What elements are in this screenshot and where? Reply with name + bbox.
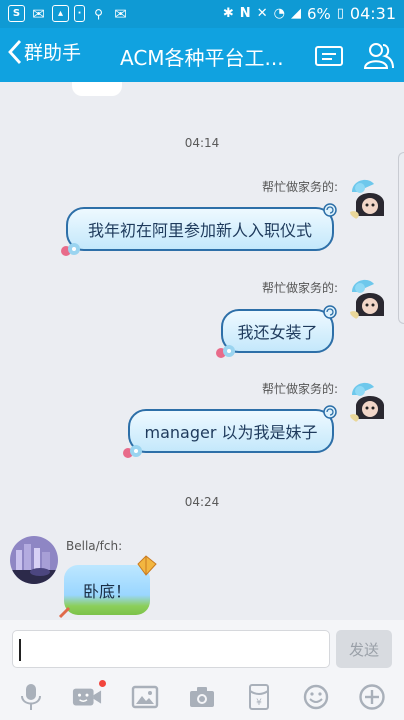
microphone-icon — [21, 684, 41, 710]
sender-name: 帮忙做家务的: — [261, 281, 338, 295]
signal-icon: ◢ — [290, 6, 301, 21]
message-bubble[interactable]: 我年初在阿里参加新人入职仪式 — [61, 203, 337, 256]
id-card-icon — [315, 46, 343, 66]
input-area: 发送 ¥ — [0, 620, 404, 720]
timestamp: 04:14 — [184, 136, 220, 150]
voice-button[interactable] — [16, 682, 46, 712]
message-input[interactable] — [12, 630, 330, 668]
avatar[interactable] — [344, 377, 392, 425]
system-icons: ✱ N ✕ ◔ ◢ 6% ▯ 04:31 — [223, 4, 396, 23]
mute-icon: ✕ — [256, 6, 268, 21]
sender-name: 帮忙做家务的: — [261, 180, 338, 194]
message-text: 卧底！ — [82, 582, 131, 601]
input-toolbar: ¥ — [0, 678, 404, 718]
pencil-icon — [58, 606, 71, 619]
message-bubble[interactable]: 我还女装了 — [216, 305, 337, 358]
notification-icons: S ✉ ▴ · ⚲ ✉ — [8, 4, 129, 23]
emoji-icon — [303, 684, 329, 710]
plus-icon — [359, 684, 385, 710]
message-bubble[interactable]: manager 以为我是妹子 — [123, 405, 337, 458]
kite-icon — [137, 555, 157, 576]
group-card-button[interactable] — [312, 39, 346, 73]
message-bubble[interactable]: 卧底！ — [58, 555, 157, 619]
chat-area[interactable]: 04:14 帮忙做家务的: 我年初在阿里参加新人入职仪式 帮忙做家务的: 我还女… — [0, 82, 404, 620]
page-title: ACM各种平台工... — [120, 46, 284, 70]
nfc-icon: N — [239, 6, 251, 21]
message-text: manager 以为我是妹子 — [144, 423, 318, 442]
s-app-icon: S — [8, 5, 25, 22]
vpn-icon: ⚲ — [94, 6, 103, 21]
anime-avatar-icon — [344, 174, 392, 222]
wifi-icon: ◔ — [273, 6, 285, 21]
red-packet-button[interactable]: ¥ — [244, 682, 274, 712]
chevron-left-icon — [8, 39, 22, 64]
more-button[interactable] — [357, 682, 387, 712]
send-button[interactable]: 发送 — [336, 630, 392, 668]
scroll-indicator — [398, 152, 404, 324]
avatar[interactable] — [10, 536, 58, 584]
bubble-sticker-icon — [216, 345, 235, 358]
previous-message-bubble — [72, 82, 122, 96]
mail-icon: ✉ — [114, 4, 127, 23]
mail-icon: ✉ — [32, 4, 45, 23]
back-label: 群助手 — [24, 42, 82, 64]
video-button[interactable] — [72, 680, 106, 712]
sender-name: 帮忙做家务的: — [261, 382, 338, 396]
message-text: 我还女装了 — [237, 323, 318, 342]
avatar[interactable] — [344, 274, 392, 322]
video-icon — [72, 688, 102, 706]
bluetooth-icon: ✱ — [222, 6, 234, 21]
anime-avatar-icon — [344, 377, 392, 425]
camera-button[interactable] — [187, 682, 217, 712]
avatar[interactable] — [344, 174, 392, 222]
image-button[interactable] — [130, 682, 160, 712]
clock: 04:31 — [349, 4, 396, 23]
anime-avatar-icon — [344, 274, 392, 322]
bubble-curl-icon — [323, 405, 337, 419]
svg-text:¥: ¥ — [256, 698, 262, 708]
chat-header: 群助手 ACM各种平台工... — [0, 28, 404, 82]
text-caret — [19, 639, 21, 661]
gallery-icon: ▴ — [52, 5, 69, 22]
people-icon — [363, 43, 394, 69]
new-badge — [99, 680, 106, 687]
timestamp: 04:24 — [184, 495, 220, 509]
back-button[interactable]: 群助手 — [8, 38, 81, 65]
battery-icon: ▯ — [336, 6, 344, 21]
emoji-button[interactable] — [301, 682, 331, 712]
bubble-sticker-icon — [61, 243, 80, 256]
image-icon — [131, 685, 159, 709]
bubble-curl-icon — [323, 305, 337, 319]
city-avatar-icon — [10, 536, 58, 584]
bubble-sticker-icon — [123, 445, 142, 458]
group-members-button[interactable] — [362, 39, 396, 73]
phone-icon: · — [74, 5, 85, 22]
camera-icon — [190, 687, 214, 707]
message-text: 我年初在阿里参加新人入职仪式 — [87, 221, 312, 240]
bubble-curl-icon — [323, 203, 337, 217]
sender-name: Bella/fch: — [66, 539, 123, 553]
red-packet-icon: ¥ — [249, 684, 269, 710]
battery-percent: 6% — [306, 4, 331, 23]
status-bar: S ✉ ▴ · ⚲ ✉ ✱ N ✕ ◔ ◢ 6% ▯ 04:31 — [0, 0, 404, 28]
